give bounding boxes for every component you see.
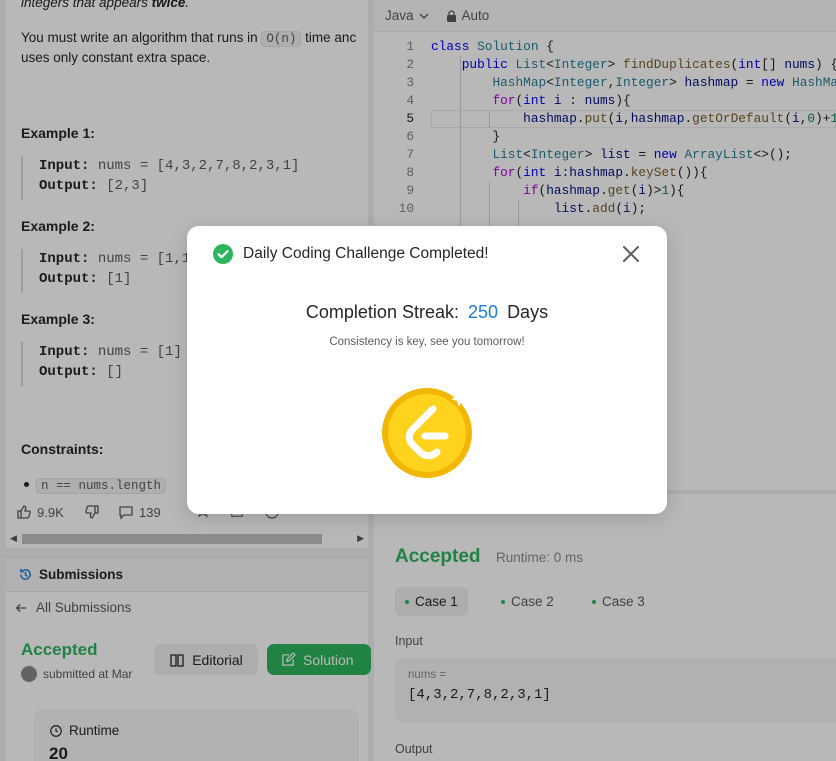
modal-title: Daily Coding Challenge Completed!: [243, 245, 489, 262]
streak-subtitle: Consistency is key, see you tomorrow!: [329, 336, 525, 348]
streak-unit: Days: [507, 302, 549, 322]
streak-label: Completion Streak:: [305, 302, 459, 322]
modal-header: Daily Coding Challenge Completed!: [213, 244, 489, 264]
leetcode-coin-icon: [382, 388, 472, 478]
streak-count: 250: [468, 302, 499, 322]
daily-challenge-modal: Daily Coding Challenge Completed! Comple…: [187, 226, 667, 514]
streak-row: Completion Streak: 250 Days: [187, 302, 667, 323]
close-icon[interactable]: [621, 244, 641, 264]
check-circle-icon: [213, 244, 233, 264]
